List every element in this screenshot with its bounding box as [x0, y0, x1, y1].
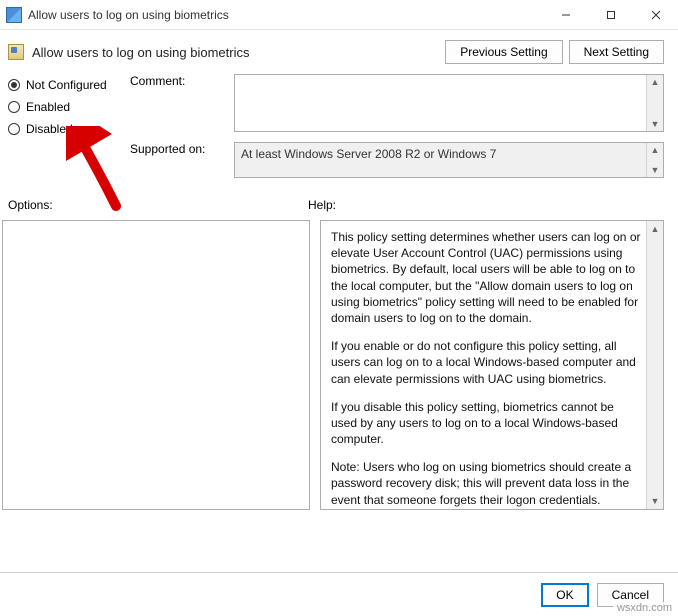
help-paragraph: If you enable or do not configure this p… — [331, 338, 641, 387]
radio-not-configured[interactable]: Not Configured — [8, 78, 116, 92]
scroll-down-icon[interactable]: ▼ — [651, 495, 660, 507]
radio-icon — [8, 101, 20, 113]
radio-label: Not Configured — [26, 78, 107, 92]
state-radio-group: Not Configured Enabled Disabled — [8, 78, 116, 136]
help-label: Help: — [308, 198, 664, 212]
scrollbar[interactable]: ▲ ▼ — [646, 75, 663, 131]
radio-label: Enabled — [26, 100, 70, 114]
next-setting-button[interactable]: Next Setting — [569, 40, 664, 64]
comment-label: Comment: — [130, 74, 220, 88]
help-paragraph: This policy setting determines whether u… — [331, 229, 641, 326]
policy-title: Allow users to log on using biometrics — [32, 45, 250, 60]
options-panel — [2, 220, 310, 510]
titlebar: Allow users to log on using biometrics — [0, 0, 678, 30]
footer: OK Cancel — [0, 572, 678, 616]
comment-textarea[interactable]: ▲ ▼ — [234, 74, 664, 132]
scrollbar[interactable]: ▲ ▼ — [646, 143, 663, 177]
scroll-down-icon[interactable]: ▼ — [651, 119, 660, 129]
scroll-up-icon[interactable]: ▲ — [651, 77, 660, 87]
scroll-up-icon[interactable]: ▲ — [651, 145, 660, 155]
radio-enabled[interactable]: Enabled — [8, 100, 116, 114]
previous-setting-button[interactable]: Previous Setting — [445, 40, 562, 64]
window-title: Allow users to log on using biometrics — [28, 8, 229, 22]
scroll-up-icon[interactable]: ▲ — [651, 223, 660, 235]
state-and-comment-row: Not Configured Enabled Disabled Comment:… — [8, 74, 664, 136]
supported-row: Supported on: At least Windows Server 20… — [8, 142, 664, 178]
maximize-button[interactable] — [588, 0, 633, 29]
scroll-down-icon[interactable]: ▼ — [651, 165, 660, 175]
supported-on-text: At least Windows Server 2008 R2 or Windo… — [241, 147, 496, 161]
ok-button[interactable]: OK — [541, 583, 588, 607]
radio-icon — [8, 123, 20, 135]
content: Not Configured Enabled Disabled Comment:… — [0, 70, 678, 178]
help-paragraph: If you disable this policy setting, biom… — [331, 399, 641, 448]
panels: This policy setting determines whether u… — [0, 216, 678, 510]
window-controls — [543, 0, 678, 29]
radio-icon — [8, 79, 20, 91]
radio-disabled[interactable]: Disabled — [8, 122, 116, 136]
help-paragraph: Note: Users who log on using biometrics … — [331, 459, 641, 508]
radio-group-col: Not Configured Enabled Disabled — [8, 74, 116, 136]
nav-buttons: Previous Setting Next Setting — [445, 40, 664, 64]
supported-on-box: At least Windows Server 2008 R2 or Windo… — [234, 142, 664, 178]
radio-label: Disabled — [26, 122, 73, 136]
options-label: Options: — [8, 198, 308, 212]
scrollbar[interactable]: ▲ ▼ — [646, 221, 663, 509]
policy-icon — [8, 44, 24, 60]
panel-labels: Options: Help: — [0, 184, 678, 216]
watermark: wsxdn.com — [613, 602, 676, 614]
help-panel[interactable]: This policy setting determines whether u… — [320, 220, 664, 510]
app-icon — [6, 7, 22, 23]
header-row: Allow users to log on using biometrics P… — [0, 30, 678, 70]
header-left: Allow users to log on using biometrics — [8, 44, 250, 60]
spacer — [8, 142, 116, 146]
minimize-button[interactable] — [543, 0, 588, 29]
titlebar-left: Allow users to log on using biometrics — [6, 7, 229, 23]
supported-label: Supported on: — [130, 142, 220, 156]
close-button[interactable] — [633, 0, 678, 29]
